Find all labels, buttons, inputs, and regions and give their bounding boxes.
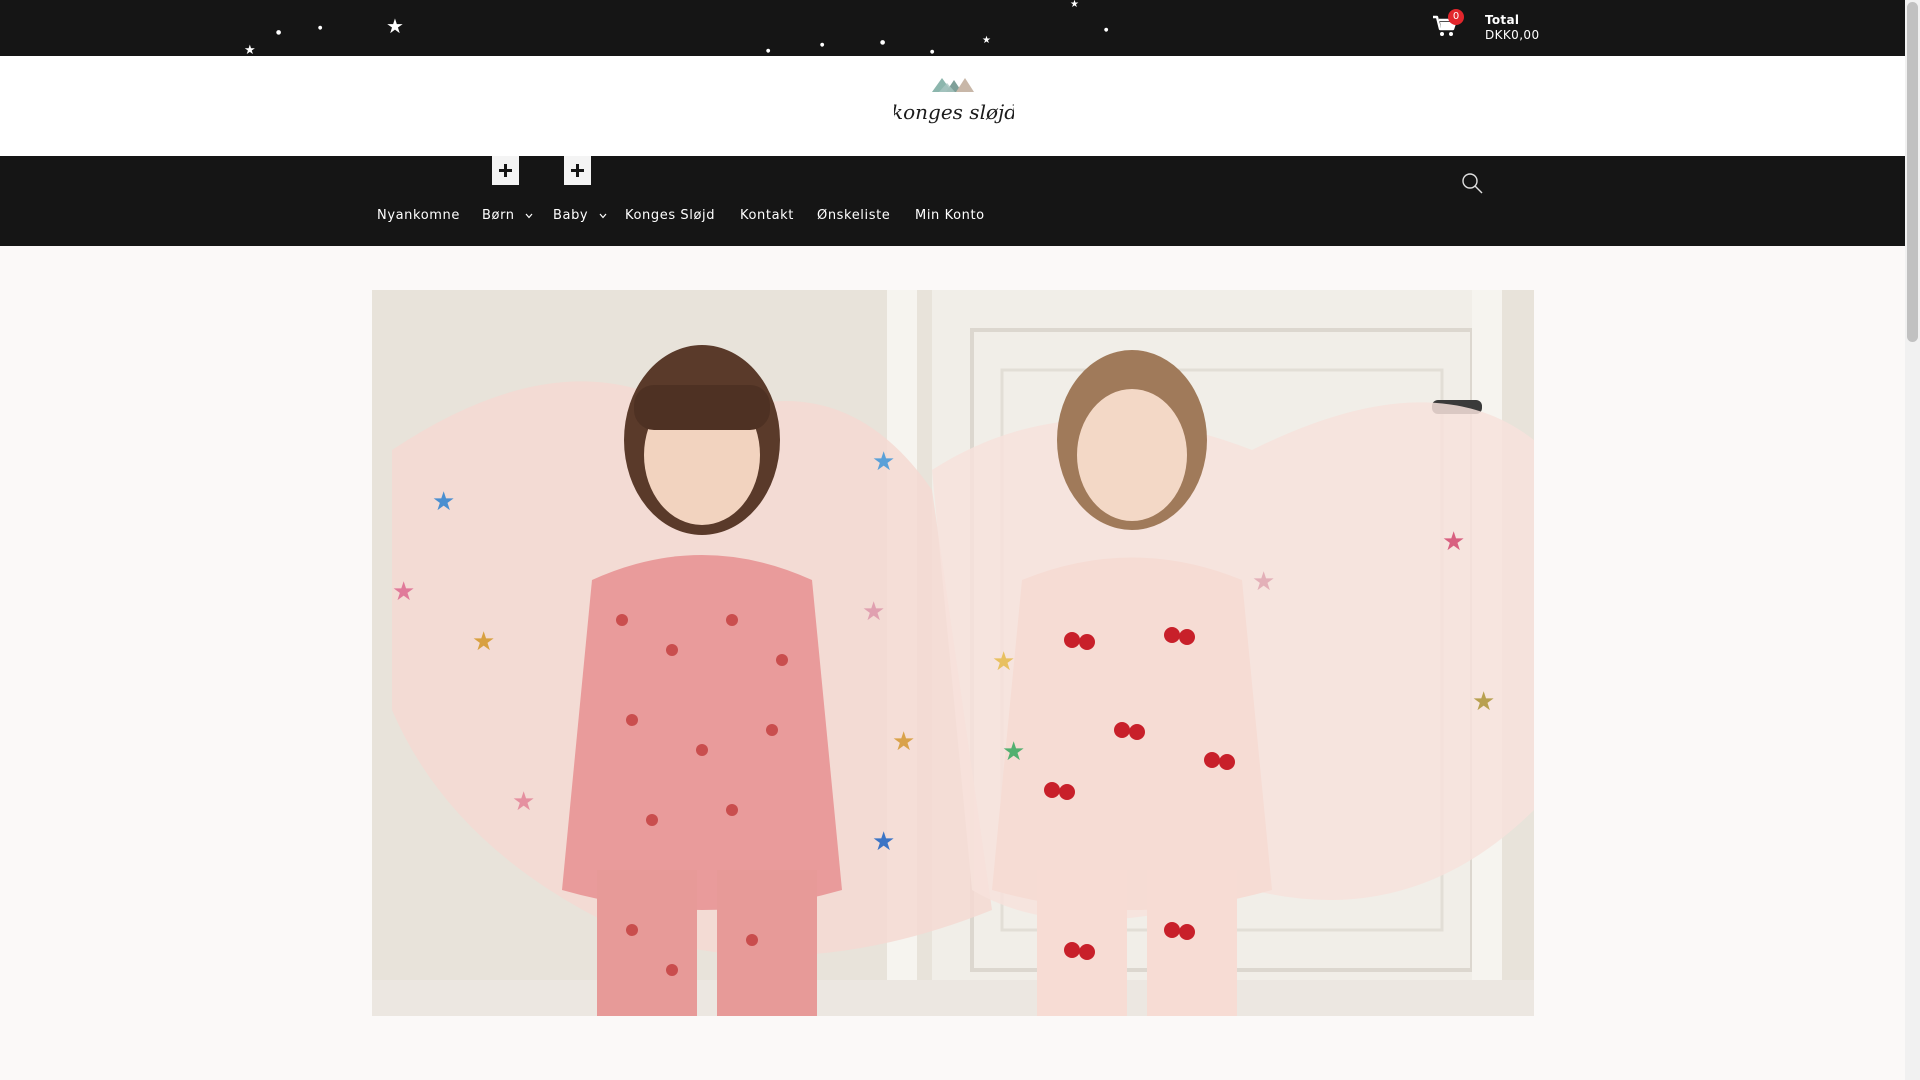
svg-text:★: ★ [472,627,495,657]
svg-text:★: ★ [1252,567,1275,597]
sparkle-icon: ● [880,39,886,46]
cart-count-badge[interactable]: 0 [1448,9,1464,25]
sparkle-icon: ★ [386,14,404,38]
nav-item-nyankomne[interactable]: Nyankomne [377,208,460,223]
sparkle-icon: ● [1104,27,1109,33]
logo-wordmark: konges sløjd [894,100,1014,124]
plus-icon [499,164,512,177]
nav-item-label: Baby [553,208,589,223]
svg-text:★: ★ [872,827,895,857]
nav-item-label: Børn [482,208,515,223]
sparkle-icon: ● [820,42,825,48]
nav-item-label: Kontakt [740,208,794,223]
sparkle-icon: ● [318,25,323,31]
sparkle-icon: ★ [244,43,256,56]
svg-text:★: ★ [392,577,415,607]
chevron-down-icon [599,213,607,218]
nav-item-label: Konges Sløjd [625,208,716,223]
svg-text:★: ★ [512,787,535,817]
logo-band: konges sløjd [0,56,1905,156]
svg-text:★: ★ [862,597,885,627]
top-bar: ★ ★ ★ ★ ● ● ● ● ● ● ● 0 Total DKK0,00 [0,0,1905,56]
nav-item-born[interactable]: Børn [482,208,533,223]
hero-image[interactable]: ★ ★ ★ ★ ★ ★ ★ ★ ★ ★ ★ ★ ★ [372,290,1534,1016]
svg-text:★: ★ [872,447,895,477]
svg-text:★: ★ [892,727,915,757]
cart-total-label: Total [1485,13,1520,27]
sparkle-icon: ● [930,49,935,55]
sparkle-icon: ● [276,29,282,36]
hero-illustration: ★ ★ ★ ★ ★ ★ ★ ★ ★ ★ ★ ★ ★ [372,290,1534,1016]
scrollbar-thumb[interactable] [1907,2,1918,342]
sparkle-icon: ★ [982,35,991,46]
svg-text:★: ★ [432,487,455,517]
cart-total-value: DKK0,00 [1485,28,1540,42]
nav-item-label: Min Konto [915,208,985,223]
expand-borm-button[interactable] [492,156,519,185]
plus-icon [571,164,584,177]
page: ★ ★ ★ ★ ● ● ● ● ● ● ● 0 Total DKK0,00 ko… [0,0,1905,1080]
nav-item-label: Nyankomne [377,208,460,223]
svg-text:★: ★ [1442,527,1465,557]
sparkle-icon: ★ [1070,0,1079,10]
nav-item-konges-slojd[interactable]: Konges Sløjd [625,208,715,223]
search-icon[interactable] [1460,171,1484,195]
svg-text:★: ★ [1472,687,1495,717]
chevron-down-icon [525,213,533,218]
expand-baby-button[interactable] [564,156,591,185]
sparkle-icon: ● [766,48,771,54]
nav-item-onskeliste[interactable]: Ønskeliste [817,208,890,223]
nav-item-baby[interactable]: Baby [553,208,607,223]
svg-text:★: ★ [1002,737,1025,767]
nav-item-kontakt[interactable]: Kontakt [740,208,794,223]
brand-logo[interactable]: konges sløjd [894,74,1014,138]
nav-item-min-konto[interactable]: Min Konto [915,208,985,223]
svg-text:★: ★ [992,647,1015,677]
nav-item-label: Ønskeliste [817,208,891,223]
main-navigation: Nyankomne Børn Baby Konges Sløjd Kontakt… [0,156,1905,246]
